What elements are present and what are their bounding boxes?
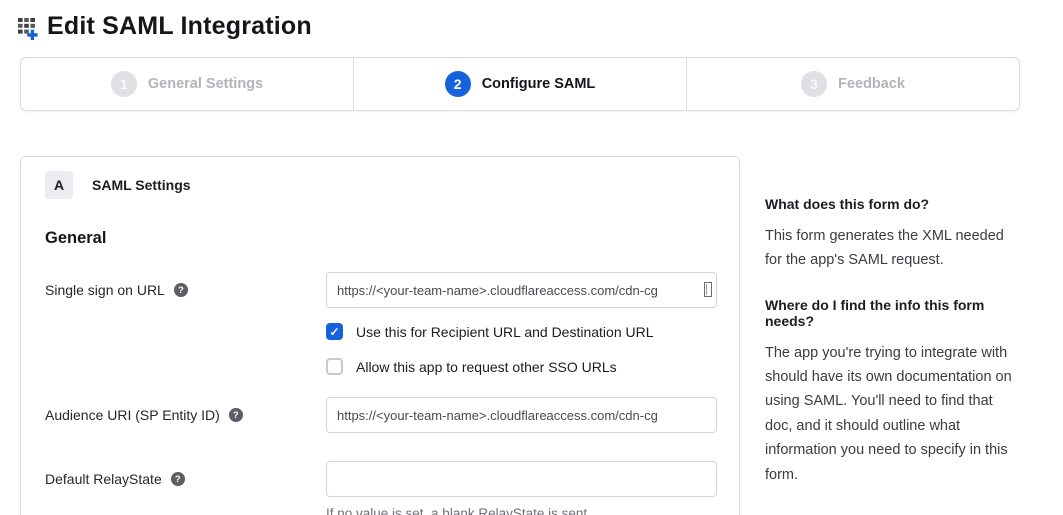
single-sign-on-url-label: Single sign on URL xyxy=(45,282,165,298)
panel-header: A SAML Settings xyxy=(45,171,715,199)
recipient-url-checkbox-row[interactable]: ✓ Use this for Recipient URL and Destina… xyxy=(326,323,717,340)
audience-uri-input[interactable] xyxy=(326,397,717,433)
field-label-group: Default RelayState ? xyxy=(45,461,326,487)
single-sign-on-url-input[interactable] xyxy=(326,272,717,308)
sidebar-answer-2: The app you're trying to integrate with … xyxy=(765,341,1015,487)
step-number-badge: 2 xyxy=(445,71,471,97)
help-icon[interactable]: ? xyxy=(229,408,243,422)
field-input-group xyxy=(326,397,717,433)
page-header: Edit SAML Integration xyxy=(0,0,1063,44)
default-relaystate-row: Default RelayState ? If no value is set,… xyxy=(45,461,715,515)
step-number-badge: 1 xyxy=(111,71,137,97)
field-label-group: Single sign on URL ? xyxy=(45,272,326,298)
step-configure-saml[interactable]: 2 Configure SAML xyxy=(353,58,686,110)
audience-uri-row: Audience URI (SP Entity ID) ? xyxy=(45,397,715,433)
relaystate-hint-text: If no value is set, a blank RelayState i… xyxy=(326,506,717,515)
input-wrap xyxy=(326,397,717,433)
step-general-settings[interactable]: 1 General Settings xyxy=(21,58,353,110)
step-label: Configure SAML xyxy=(482,76,596,92)
checkmark-icon: ✓ xyxy=(329,326,339,338)
sidebar-question-1: What does this form do? xyxy=(765,196,1015,212)
saml-settings-panel: A SAML Settings General Single sign on U… xyxy=(20,156,740,515)
field-label-group: Audience URI (SP Entity ID) ? xyxy=(45,397,326,423)
app-grid-plus-icon xyxy=(15,13,42,40)
default-relaystate-input[interactable] xyxy=(326,461,717,497)
general-group-heading: General xyxy=(45,229,715,248)
step-label: Feedback xyxy=(838,76,905,92)
input-wrap xyxy=(326,461,717,497)
help-sidebar: What does this form do? This form genera… xyxy=(765,156,1015,511)
step-wizard: 1 General Settings 2 Configure SAML 3 Fe… xyxy=(20,57,1020,111)
other-sso-urls-checkbox-label: Allow this app to request other SSO URLs xyxy=(356,359,617,375)
step-number-badge: 3 xyxy=(801,71,827,97)
step-feedback[interactable]: 3 Feedback xyxy=(686,58,1019,110)
step-label: General Settings xyxy=(148,76,263,92)
content-area: A SAML Settings General Single sign on U… xyxy=(20,156,1063,515)
sidebar-answer-1: This form generates the XML needed for t… xyxy=(765,224,1015,273)
help-icon[interactable]: ? xyxy=(171,472,185,486)
recipient-url-checkbox-label: Use this for Recipient URL and Destinati… xyxy=(356,324,654,340)
input-wrap xyxy=(326,272,717,308)
single-sign-on-url-row: Single sign on URL ? ✓ Use this for Reci… xyxy=(45,272,715,375)
field-input-group: If no value is set, a blank RelayState i… xyxy=(326,461,717,515)
field-input-group: ✓ Use this for Recipient URL and Destina… xyxy=(326,272,717,375)
default-relaystate-label: Default RelayState xyxy=(45,471,162,487)
other-sso-urls-checkbox-row[interactable]: Allow this app to request other SSO URLs xyxy=(326,358,717,375)
text-cursor xyxy=(704,282,712,297)
page-title: Edit SAML Integration xyxy=(47,12,312,41)
section-a-badge: A xyxy=(45,171,73,199)
checkbox-checked: ✓ xyxy=(326,323,343,340)
audience-uri-label: Audience URI (SP Entity ID) xyxy=(45,407,220,423)
checkbox-unchecked xyxy=(326,358,343,375)
help-icon[interactable]: ? xyxy=(174,283,188,297)
sidebar-question-2: Where do I find the info this form needs… xyxy=(765,297,1015,329)
panel-section-title: SAML Settings xyxy=(92,177,191,193)
